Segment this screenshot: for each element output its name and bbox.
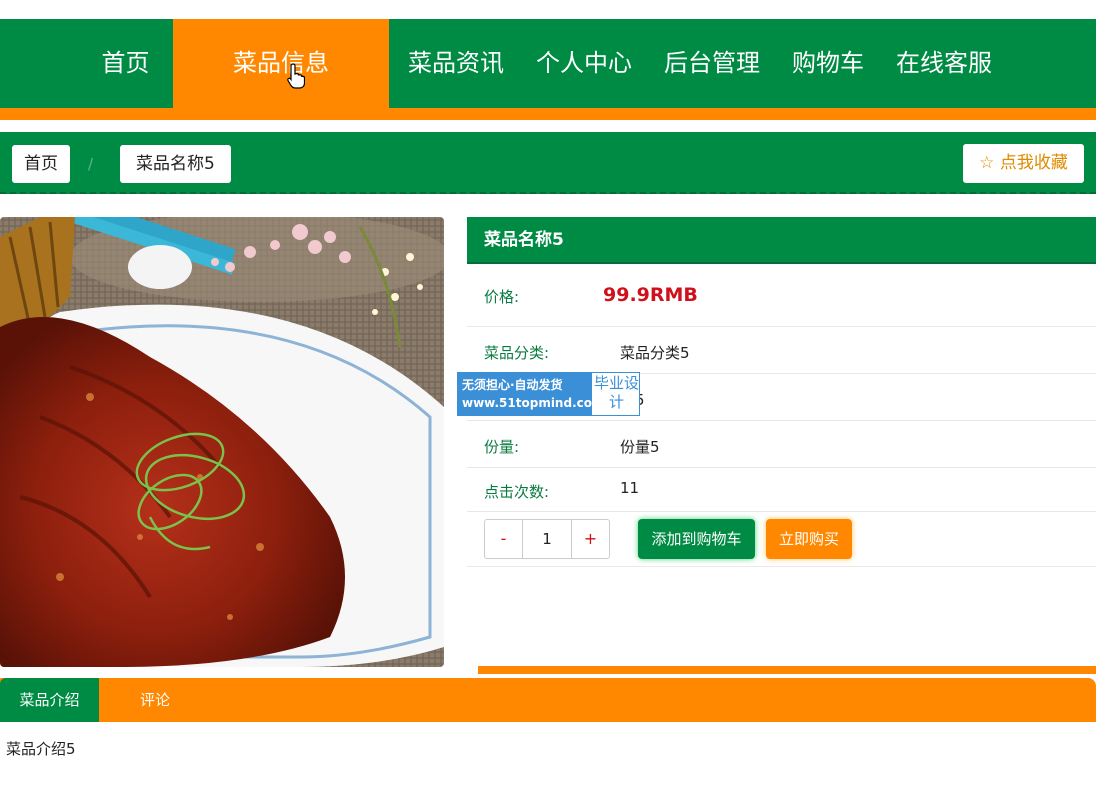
watermark-badge: 无须担心·自动发货 www.51topmind.com 毕业设计 [457, 372, 640, 416]
buy-now-button[interactable]: 立即购买 [766, 519, 852, 559]
nav-underline [0, 108, 1096, 120]
quantity-stepper: - + [484, 519, 610, 559]
breadcrumb-current[interactable]: 菜品名称5 [120, 145, 231, 183]
tab-dish-intro[interactable]: 菜品介绍 [0, 678, 99, 722]
accent-strip [478, 666, 1096, 674]
nav-item-dish-news[interactable]: 菜品资讯 [400, 19, 512, 108]
nav-item-online-service[interactable]: 在线客服 [888, 19, 1000, 108]
row-divider [467, 420, 1096, 421]
hand-cursor-icon [287, 63, 305, 89]
price-label: 价格: [484, 288, 520, 306]
row-divider [467, 511, 1096, 512]
tab-comments[interactable]: 评论 [115, 678, 195, 722]
breadcrumb-home[interactable]: 首页 [12, 145, 70, 183]
tab-content-text: 菜品介绍5 [6, 740, 76, 758]
watermark-line1: 无须担心·自动发货 [462, 378, 563, 392]
row-divider [467, 467, 1096, 468]
category-label: 菜品分类: [484, 344, 550, 362]
watermark-right: 毕业设计 [594, 374, 640, 411]
dish-image [0, 217, 444, 667]
nav-item-dish-info[interactable]: 菜品信息 [173, 19, 389, 108]
product-title: 菜品名称5 [467, 217, 1096, 264]
quantity-input[interactable] [522, 520, 572, 558]
portion-label: 份量: [484, 438, 520, 456]
breadcrumb-separator: / [88, 155, 94, 173]
row-divider [467, 326, 1096, 327]
clicks-value: 11 [620, 479, 640, 497]
nav-item-home[interactable]: 首页 [78, 19, 173, 108]
watermark-text: 无须担心·自动发货 www.51topmind.com [458, 373, 605, 415]
quantity-plus-button[interactable]: + [572, 520, 609, 558]
price-value: 99.9RMB [603, 284, 698, 306]
portion-value: 份量5 [620, 438, 660, 456]
nav-item-personal-center[interactable]: 个人中心 [528, 19, 640, 108]
category-value: 菜品分类5 [620, 344, 690, 362]
clicks-label: 点击次数: [484, 483, 550, 501]
row-divider [467, 566, 1096, 567]
nav-item-admin[interactable]: 后台管理 [656, 19, 768, 108]
add-to-cart-button[interactable]: 添加到购物车 [638, 519, 755, 559]
quantity-minus-button[interactable]: - [485, 520, 522, 558]
nav-item-cart[interactable]: 购物车 [784, 19, 872, 108]
watermark-line2: www.51topmind.com [462, 396, 605, 410]
favorite-button[interactable]: ☆ 点我收藏 [963, 144, 1084, 183]
